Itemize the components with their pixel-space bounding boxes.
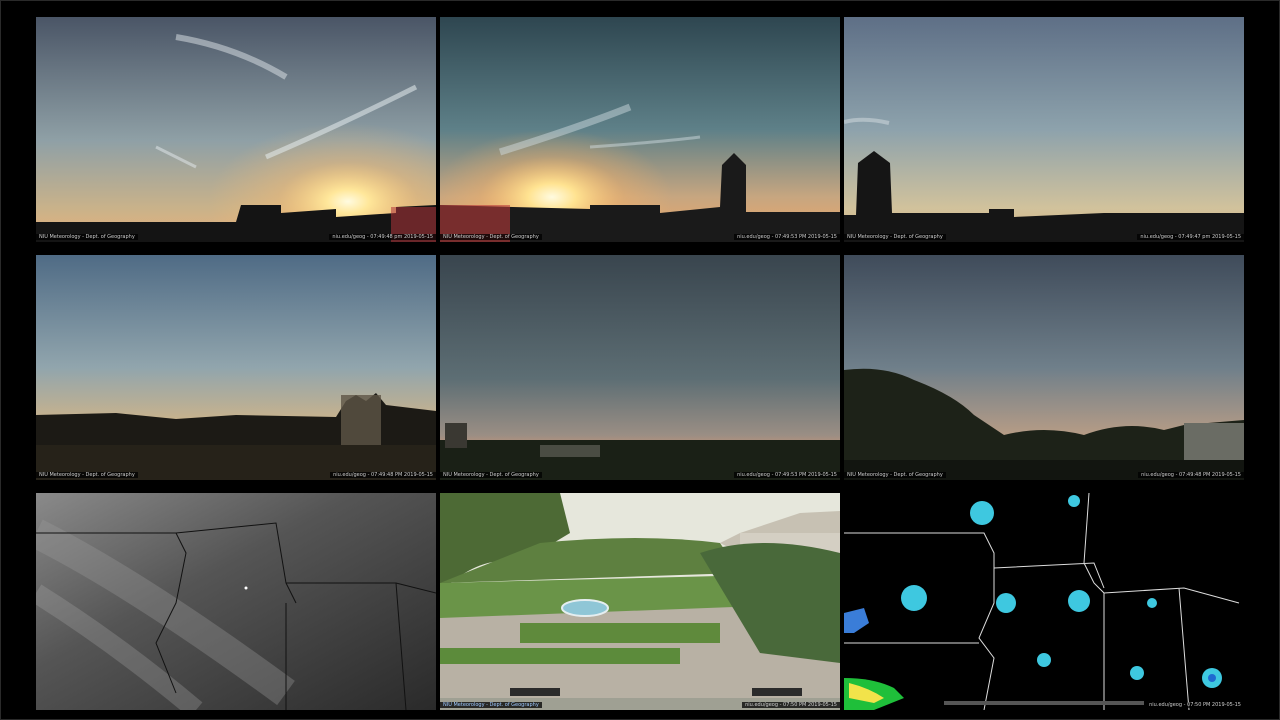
webcam-tile-1[interactable]: NIU Meteorology - Dept. of Geography niu… xyxy=(36,17,436,242)
webcam-caption-left-1: NIU Meteorology - Dept. of Geography xyxy=(36,234,138,240)
satellite-tile[interactable] xyxy=(36,493,436,710)
webcam-image-1 xyxy=(36,17,436,242)
satellite-image xyxy=(36,493,436,710)
webcam-image-2 xyxy=(440,17,840,242)
webcam-caption-right-2: niu.edu/geog - 07:49:53 PM 2019-05-15 xyxy=(734,234,840,240)
webcam-tile-5[interactable]: NIU Meteorology - Dept. of Geography niu… xyxy=(440,255,840,480)
webcam-caption-left-5: NIU Meteorology - Dept. of Geography xyxy=(440,472,542,478)
webcam-caption-right-6: niu.edu/geog - 07:49:48 PM 2019-05-15 xyxy=(1138,472,1244,478)
webcam-caption-right-3: niu.edu/geog - 07:49:47 pm 2019-05-15 xyxy=(1137,234,1244,240)
webcam-image-4 xyxy=(36,255,436,480)
webcam-tile-8[interactable]: NIU Meteorology - Dept. of Geography niu… xyxy=(440,493,840,710)
radar-tile[interactable]: niu.edu/geog - 07:50 PM 2019-05-15 xyxy=(844,493,1244,710)
webcam-image-8 xyxy=(440,493,840,710)
webcam-caption-left-8: NIU Meteorology - Dept. of Geography xyxy=(440,702,542,708)
webcam-image-5 xyxy=(440,255,840,480)
radar-map xyxy=(844,493,1244,710)
webcam-caption-right-1: niu.edu/geog - 07:49:48 pm 2019-05-15 xyxy=(329,234,436,240)
webcam-image-3 xyxy=(844,17,1244,242)
webcam-caption-right-4: niu.edu/geog - 07:49:48 PM 2019-05-15 xyxy=(330,472,436,478)
webcam-caption-right-5: niu.edu/geog - 07:49:53 PM 2019-05-15 xyxy=(734,472,840,478)
webcam-tile-2[interactable]: NIU Meteorology - Dept. of Geography niu… xyxy=(440,17,840,242)
webcam-caption-right-8: niu.edu/geog - 07:50 PM 2019-05-15 xyxy=(742,702,840,708)
radar-caption-right: niu.edu/geog - 07:50 PM 2019-05-15 xyxy=(1146,702,1244,708)
webcam-tile-6[interactable]: NIU Meteorology - Dept. of Geography niu… xyxy=(844,255,1244,480)
webcam-caption-left-6: NIU Meteorology - Dept. of Geography xyxy=(844,472,946,478)
webcam-tile-3[interactable]: NIU Meteorology - Dept. of Geography niu… xyxy=(844,17,1244,242)
webcam-tile-4[interactable]: NIU Meteorology - Dept. of Geography niu… xyxy=(36,255,436,480)
webcam-caption-left-2: NIU Meteorology - Dept. of Geography xyxy=(440,234,542,240)
webcam-caption-left-3: NIU Meteorology - Dept. of Geography xyxy=(844,234,946,240)
webcam-image-6 xyxy=(844,255,1244,480)
webcam-caption-left-4: NIU Meteorology - Dept. of Geography xyxy=(36,472,138,478)
